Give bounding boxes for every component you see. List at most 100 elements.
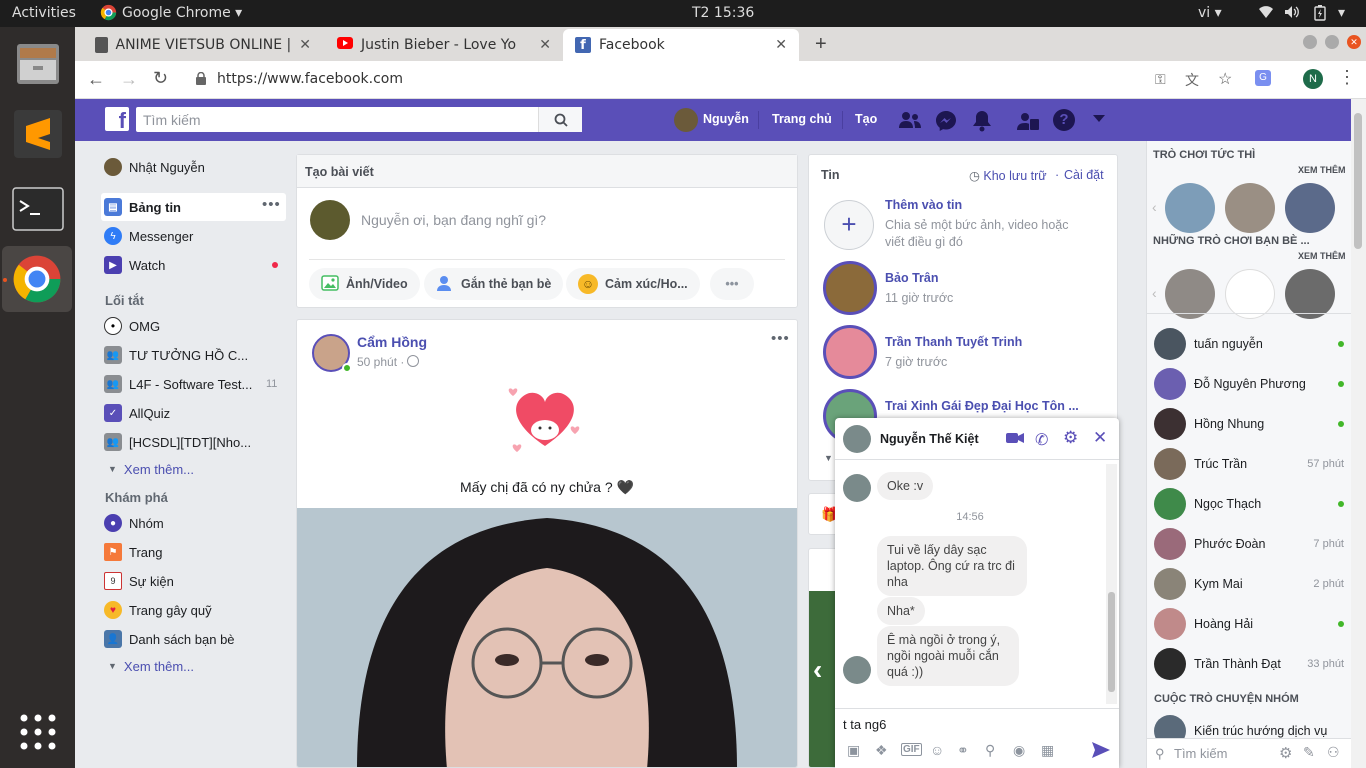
phone-call-icon[interactable]: ✆ [1035,430,1048,450]
carousel-prev-icon[interactable]: ‹ [1152,199,1157,215]
nav-create-link[interactable]: Tạo [855,112,877,126]
friend-requests-icon[interactable] [899,111,921,132]
message-input[interactable]: t ta ng6 [843,717,886,732]
sidebar-item-watch[interactable]: ▶ Watch [104,252,165,278]
quick-help-people-icon[interactable] [1017,111,1039,134]
sidebar-profile[interactable]: Nhật Nguyễn [104,154,205,180]
chat-search-input[interactable]: Tìm kiếm [1174,746,1227,761]
see-all-friends-games-link[interactable]: XEM THÊM [1298,251,1346,261]
contact-item[interactable]: Phước Đoàn 7 phút [1154,524,1344,564]
scrollbar-thumb[interactable] [1108,592,1115,692]
translate-icon[interactable]: 文 [1185,70,1199,90]
contact-item[interactable]: Hồng Nhung [1154,404,1344,444]
fb-search-input[interactable]: Tìm kiếm [143,112,201,128]
calendar-icon[interactable]: ▦ [1041,742,1054,759]
forward-icon[interactable]: → [120,69,138,90]
user-avatar[interactable] [674,108,698,132]
emoji-icon[interactable]: ☺ [930,742,944,758]
video-call-icon[interactable] [1006,431,1024,448]
shortcut-item[interactable]: 👥 TƯ TƯỞNG HỒ C... [104,342,248,368]
story-avatar[interactable] [823,325,877,379]
game-tile[interactable] [1165,269,1215,319]
system-menu-chevron-icon[interactable]: ▾ [1338,5,1345,21]
sidebar-item-fundraisers[interactable]: ♥ Trang gây quỹ [104,597,212,623]
composer-more-button[interactable]: ••• [710,268,754,300]
game-tile[interactable] [1225,269,1275,319]
post-author[interactable]: Cẩm Hồng [357,334,427,350]
scrollbar-thumb[interactable] [1354,113,1362,249]
shortcut-item[interactable]: 👥 [HCSDL][TDT][Nho... [104,429,251,455]
post-photo[interactable] [297,508,797,767]
composer-header[interactable]: Tạo bài viết [305,165,374,179]
gif-icon[interactable]: GIF [901,743,922,756]
tab-youtube[interactable]: Justin Bieber - Love Yo ✕ [325,29,563,61]
camera-icon[interactable]: ◉ [1013,742,1025,759]
clock[interactable]: T2 15:36 [692,5,754,21]
close-chat-icon[interactable]: ✕ [1093,428,1107,448]
carousel-prev-icon[interactable]: ‹ [1152,285,1157,301]
story-name[interactable]: Trần Thanh Tuyết Trinh [885,335,1022,349]
chat-header[interactable]: Nguyễn Thế Kiệt ✆ ⚙ ✕ [835,418,1119,460]
settings-gear-icon[interactable]: ⚙ [1279,744,1292,762]
minimize-button[interactable] [1303,35,1317,49]
sidebar-item-friend-lists[interactable]: 👤 Danh sách bạn bè [104,626,235,652]
chat-scrollbar[interactable] [1106,464,1117,704]
see-all-games-link[interactable]: XEM THÊM [1298,165,1346,175]
battery-icon[interactable] [1314,5,1326,25]
tag-friends-button[interactable]: Gắn thẻ bạn bè [424,268,564,300]
close-tab-icon[interactable]: ✕ [539,37,551,53]
game-tile[interactable] [1285,269,1335,319]
story-archive-link[interactable]: ◷ Kho lưu trữ [969,168,1047,183]
address-bar[interactable]: https://www.facebook.com [217,71,403,87]
story-name[interactable]: Bảo Trân [885,271,939,285]
lock-icon[interactable] [196,71,206,88]
notifications-bell-icon[interactable] [972,110,992,135]
group-add-icon[interactable]: ⚇ [1327,744,1340,761]
volume-icon[interactable] [1284,5,1300,23]
contact-item[interactable]: Ngọc Thạch [1154,484,1344,524]
sidebar-item-messenger[interactable]: ϟ Messenger [104,223,193,249]
story-settings-link[interactable]: Cài đặt [1064,168,1104,182]
messenger-icon[interactable] [935,110,957,135]
composer-input[interactable]: Nguyễn ơi, bạn đang nghĩ gì? [361,212,546,228]
nav-profile-link[interactable]: Nguyễn [703,112,749,126]
close-tab-icon[interactable]: ✕ [775,37,787,53]
feeling-activity-button[interactable]: ☺ Cảm xúc/Ho... [566,268,700,300]
shortcut-item[interactable]: 👥 L4F - Software Test... [104,371,252,397]
compose-icon[interactable]: ✎ [1303,744,1315,761]
contact-item[interactable]: Trần Thành Đạt 33 phút [1154,644,1344,684]
help-icon[interactable]: ? [1053,109,1075,131]
chat-contact-name[interactable]: Nguyễn Thế Kiệt [880,432,979,446]
shortcut-item[interactable]: • OMG [104,313,160,339]
contact-item[interactable]: Đỗ Nguyên Phương [1154,364,1344,404]
chrome-menu-icon[interactable]: ⋮ [1338,67,1356,88]
terminal-app-icon[interactable] [8,179,68,239]
more-options-icon[interactable]: ••• [262,196,281,213]
post-time[interactable]: 50 phút · [357,355,404,369]
activities-button[interactable]: Activities [12,5,76,21]
post-more-options-icon[interactable]: ••• [771,330,790,347]
reload-icon[interactable]: ↻ [153,68,168,89]
shortcut-item[interactable]: ✓ AllQuiz [104,400,170,426]
nav-home-link[interactable]: Trang chủ [772,112,832,126]
contact-item[interactable]: Hoàng Hải [1154,604,1344,644]
sticker-icon[interactable]: ❖ [875,742,888,759]
maximize-button[interactable] [1325,35,1339,49]
birthday-card[interactable]: 🎁 [808,493,838,535]
attachment-icon[interactable]: ⚲ [985,742,995,759]
story-name[interactable]: Trai Xinh Gái Đẹp Đại Học Tôn ... [885,399,1079,413]
fb-search-box[interactable]: Tìm kiếm [136,107,582,132]
account-menu-chevron-icon[interactable] [1093,115,1105,122]
close-tab-icon[interactable]: ✕ [299,37,311,53]
page-scrollbar[interactable] [1351,99,1366,768]
chat-settings-gear-icon[interactable]: ⚙ [1063,428,1078,448]
sublime-text-app-icon[interactable] [8,104,68,164]
close-window-button[interactable]: ✕ [1347,35,1361,49]
input-language[interactable]: vi ▾ [1198,5,1222,21]
see-more-explore[interactable]: ▼ Xem thêm... [108,653,194,679]
game-tile[interactable] [1225,183,1275,233]
game-tile[interactable] [1285,183,1335,233]
search-icon[interactable] [538,107,582,132]
game-tile[interactable] [1165,183,1215,233]
send-icon[interactable] [1092,742,1110,761]
